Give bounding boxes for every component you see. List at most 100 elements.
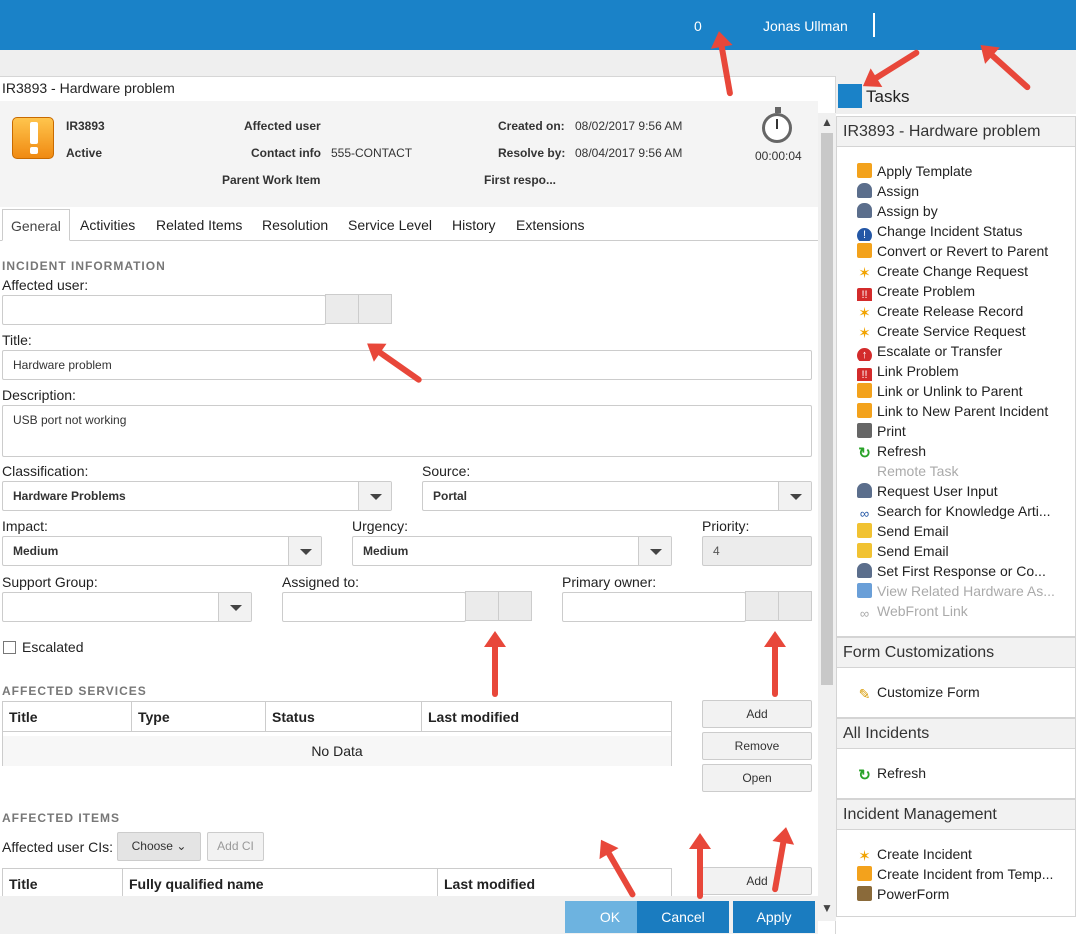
task-refresh-all[interactable]: ↻ Refresh [857, 763, 1062, 783]
problem-icon: !! [857, 288, 872, 301]
task-create-release-record[interactable]: ✶ Create Release Record [857, 301, 1062, 321]
scrollbar-thumb[interactable] [821, 133, 833, 685]
column-type[interactable]: Type [132, 702, 266, 732]
add-ci-button[interactable]: Add CI [207, 832, 264, 861]
primary-owner-input[interactable] [562, 592, 746, 622]
task-label: Create Incident from Temp... [877, 866, 1054, 882]
assigned-to-input[interactable] [282, 592, 466, 622]
task-link-problem[interactable]: !! Link Problem [857, 361, 1062, 381]
task-send-email-2[interactable]: Send Email [857, 541, 1062, 561]
impact-select[interactable]: Medium [2, 536, 322, 566]
chevron-down-icon[interactable] [778, 482, 811, 510]
choose-dropdown[interactable]: Choose ⌄ [117, 832, 201, 861]
support-group-label: Support Group: [2, 574, 98, 590]
scroll-up-icon[interactable]: ▲ [821, 115, 833, 129]
chevron-down-icon[interactable] [288, 537, 321, 565]
scroll-down-icon[interactable]: ▼ [821, 901, 833, 915]
affected-user-input[interactable] [2, 295, 326, 325]
chevron-down-icon[interactable] [218, 593, 251, 621]
title-label: Title: [2, 332, 32, 348]
task-send-email[interactable]: Send Email [857, 521, 1062, 541]
mail-icon [857, 523, 872, 538]
remove-service-button[interactable]: Remove [702, 732, 812, 760]
link-icon: ∞ [859, 506, 870, 521]
tab-activities[interactable]: Activities [72, 209, 143, 241]
tasks-toggle-icon[interactable] [838, 84, 862, 108]
computer-icon [857, 583, 872, 598]
task-change-incident-status[interactable]: ! Change Incident Status [857, 221, 1062, 241]
task-label: Link to New Parent Incident [877, 403, 1049, 419]
form-scrollbar[interactable]: ▲ ▼ [818, 113, 836, 921]
task-create-change-request[interactable]: ✶ Create Change Request [857, 261, 1062, 281]
task-section-incident: IR3893 - Hardware problem Apply Template… [836, 116, 1076, 637]
task-assign-by[interactable]: Assign by [857, 201, 1062, 221]
primary-owner-picker-button[interactable] [778, 591, 812, 621]
add-service-button[interactable]: Add [702, 700, 812, 728]
column-last-modified[interactable]: Last modified [438, 869, 672, 899]
tab-extensions[interactable]: Extensions [508, 209, 592, 241]
task-section-incident-management: Incident Management ✶ Create Incident Cre… [836, 799, 1076, 917]
tasks-panel: Tasks IR3893 - Hardware problem Apply Te… [836, 76, 1076, 934]
task-label: Print [877, 423, 906, 439]
info-icon: ! [857, 228, 872, 241]
tab-general[interactable]: General [2, 209, 70, 241]
task-convert-revert-parent[interactable]: Convert or Revert to Parent [857, 241, 1062, 261]
open-service-button[interactable]: Open [702, 764, 812, 792]
chevron-down-icon[interactable] [358, 482, 391, 510]
template-icon [857, 383, 872, 398]
assigned-to-picker-button[interactable] [498, 591, 532, 621]
description-textarea[interactable]: USB port not working [2, 405, 812, 457]
notification-count[interactable]: 0 [694, 18, 702, 34]
affected-user-search-button[interactable] [325, 294, 359, 324]
task-assign[interactable]: Assign [857, 181, 1062, 201]
affected-services-grid: Title Type Status Last modified No Data [2, 701, 672, 766]
affected-user-picker-button[interactable] [358, 294, 392, 324]
annotation-arrow [492, 637, 498, 697]
task-link-unlink-parent[interactable]: Link or Unlink to Parent [857, 381, 1062, 401]
affected-services-heading: AFFECTED SERVICES [2, 684, 147, 698]
task-section-form-customizations: Form Customizations ✎ Customize Form [836, 637, 1076, 718]
classification-select[interactable]: Hardware Problems [2, 481, 392, 511]
task-label: Create Incident [877, 846, 972, 862]
escalated-checkbox[interactable] [3, 641, 16, 654]
tab-history[interactable]: History [444, 209, 504, 241]
source-select[interactable]: Portal [422, 481, 812, 511]
support-group-select[interactable] [2, 592, 252, 622]
task-create-service-request[interactable]: ✶ Create Service Request [857, 321, 1062, 341]
cancel-button[interactable]: Cancel [637, 901, 729, 933]
task-powerform[interactable]: PowerForm [857, 884, 1062, 904]
column-last-modified[interactable]: Last modified [422, 702, 672, 732]
tab-resolution[interactable]: Resolution [254, 209, 336, 241]
column-status[interactable]: Status [266, 702, 422, 732]
task-set-first-response[interactable]: Set First Response or Co... [857, 561, 1062, 581]
task-label: Remote Task [877, 463, 959, 479]
task-print[interactable]: Print [857, 421, 1062, 441]
task-create-incident-template[interactable]: Create Incident from Temp... [857, 864, 1062, 884]
column-title[interactable]: Title [3, 869, 123, 899]
assigned-to-search-button[interactable] [465, 591, 499, 621]
task-refresh[interactable]: ↻ Refresh [857, 441, 1062, 461]
person-icon [857, 183, 872, 198]
task-view-related-hardware: View Related Hardware As... [857, 581, 1062, 601]
tab-related-items[interactable]: Related Items [148, 209, 250, 241]
add-item-button[interactable]: Add [702, 867, 812, 895]
task-escalate-transfer[interactable]: ↑ Escalate or Transfer [857, 341, 1062, 361]
task-link-new-parent[interactable]: Link to New Parent Incident [857, 401, 1062, 421]
print-icon [857, 423, 872, 438]
task-create-incident[interactable]: ✶ Create Incident [857, 844, 1062, 864]
task-apply-template[interactable]: Apply Template [857, 161, 1062, 181]
task-customize-form[interactable]: ✎ Customize Form [857, 682, 1062, 702]
primary-owner-search-button[interactable] [745, 591, 779, 621]
apply-button[interactable]: Apply [733, 901, 815, 933]
task-create-problem[interactable]: !! Create Problem [857, 281, 1062, 301]
task-label: View Related Hardware As... [877, 583, 1055, 599]
tab-service-level[interactable]: Service Level [340, 209, 440, 241]
task-request-user-input[interactable]: Request User Input [857, 481, 1062, 501]
column-title[interactable]: Title [3, 702, 132, 732]
user-name[interactable]: Jonas Ullman [763, 18, 848, 34]
column-fully-qualified-name[interactable]: Fully qualified name [123, 869, 438, 899]
affected-items-grid: Title Fully qualified name Last modified [2, 868, 672, 899]
chevron-down-icon[interactable] [638, 537, 671, 565]
task-search-knowledge[interactable]: ∞ Search for Knowledge Arti... [857, 501, 1062, 521]
urgency-select[interactable]: Medium [352, 536, 672, 566]
